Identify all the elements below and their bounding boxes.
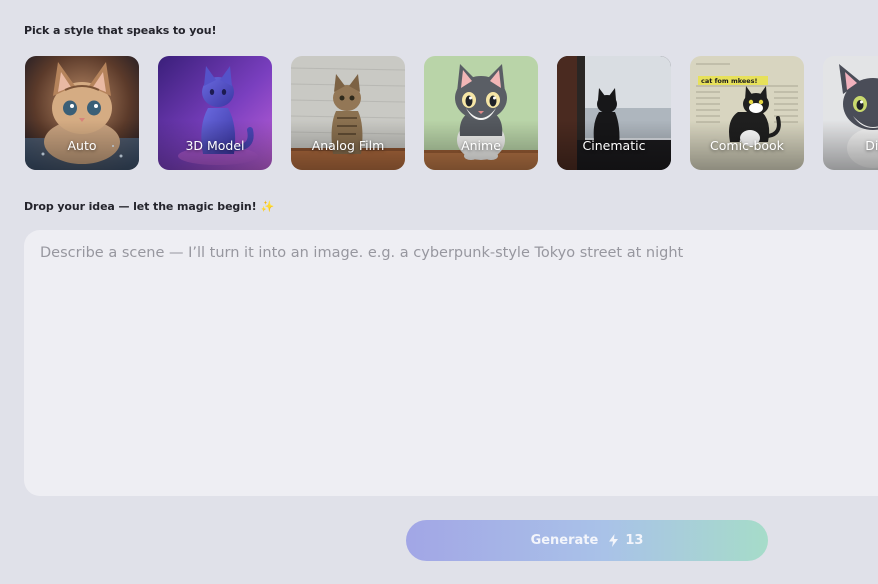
style-card-digital[interactable]: Digit (823, 56, 878, 170)
style-card-comic-book[interactable]: cat fom mkees! Comic-book (690, 56, 804, 170)
style-picker-heading: Pick a style that speaks to you! (24, 24, 217, 37)
credit-cost: 13 (608, 533, 643, 548)
lightning-bolt-icon (609, 534, 619, 547)
style-card-label: Anime (461, 138, 501, 153)
sparkle-icon: ✨ (260, 200, 275, 213)
comic-caption: cat fom mkees! (701, 77, 758, 85)
style-card-row: Auto 3D Model Analog Film Anime Cinemati… (25, 56, 878, 170)
style-card-3d-model[interactable]: 3D Model (158, 56, 272, 170)
style-card-label: Comic-book (710, 138, 784, 153)
style-card-label: Digit (865, 138, 878, 153)
style-card-auto[interactable]: Auto (25, 56, 139, 170)
generate-button[interactable]: Generate 13 (406, 520, 768, 561)
style-card-label: Analog Film (311, 138, 385, 153)
generate-label: Generate (530, 533, 599, 548)
prompt-heading: Drop your idea — let the magic begin! ✨ (24, 200, 275, 213)
style-card-analog-film[interactable]: Analog Film (291, 56, 405, 170)
style-card-label: Auto (67, 138, 97, 153)
style-card-label: 3D Model (185, 138, 245, 153)
style-card-label: Cinematic (582, 138, 646, 153)
prompt-input[interactable] (24, 230, 878, 496)
prompt-input-container (24, 230, 878, 496)
style-card-cinematic[interactable]: Cinematic (557, 56, 671, 170)
style-card-anime[interactable]: Anime (424, 56, 538, 170)
credit-count: 13 (625, 533, 644, 548)
